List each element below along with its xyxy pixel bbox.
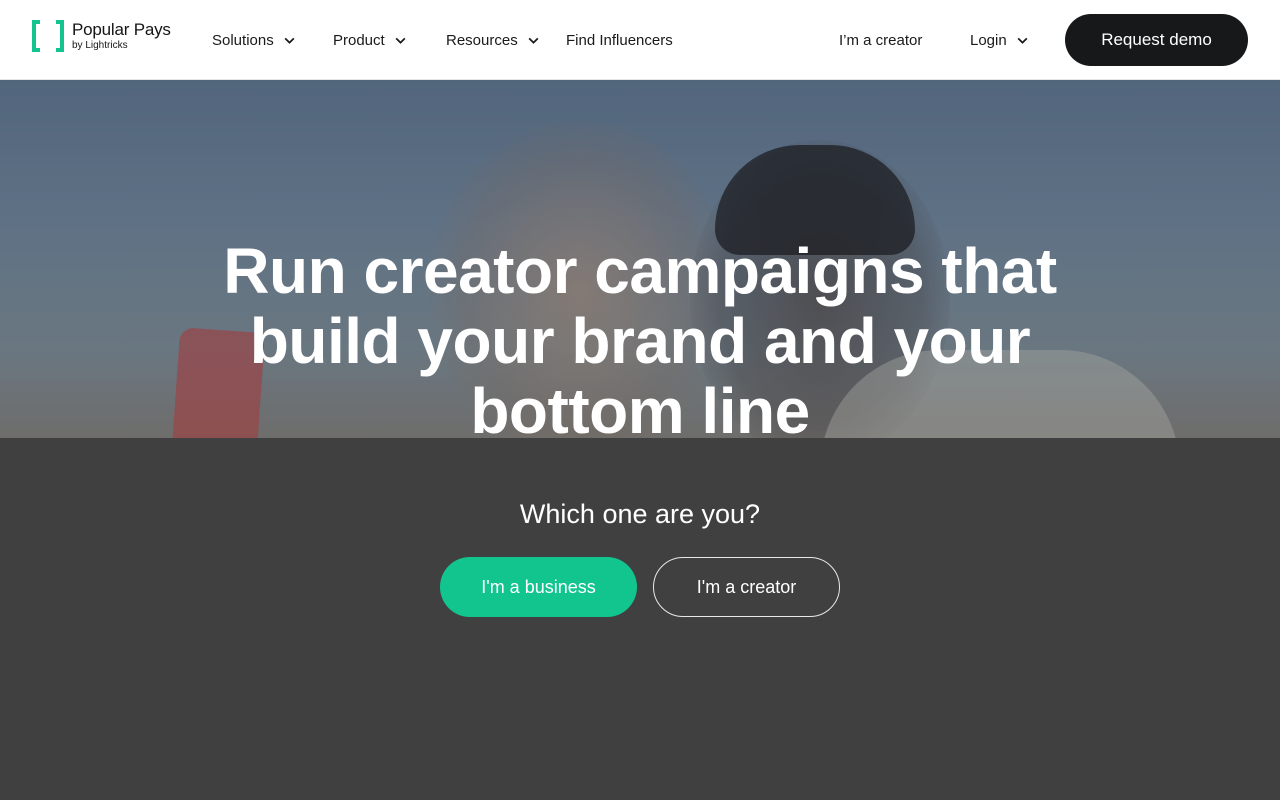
nav-creator-link[interactable]: I’m a creator [839,29,922,51]
nav-creator-label: I’m a creator [839,31,923,49]
site-header: Popular Pays by Lightricks Solutions Pro… [0,0,1280,80]
hero-question: Which one are you? [519,499,761,529]
request-demo-button[interactable]: Request demo [1065,14,1248,66]
nav-resources[interactable]: Resources [446,29,540,51]
chevron-down-icon [528,37,539,44]
chevron-down-icon [1017,37,1028,44]
nav-find-influencers-label: Find Influencers [566,31,673,49]
logo-name: Popular Pays [72,20,171,39]
nav-solutions[interactable]: Solutions [212,29,296,51]
nav-product-label: Product [333,31,385,49]
nav-login[interactable]: Login [970,29,1029,51]
logo-bracket-icon [32,20,64,52]
nav-product[interactable]: Product [333,29,407,51]
nav-login-label: Login [970,31,1007,49]
business-button[interactable]: I'm a business [440,557,637,617]
creator-button[interactable]: I'm a creator [653,557,840,617]
chevron-down-icon [395,37,406,44]
nav-solutions-label: Solutions [212,31,274,49]
nav-find-influencers[interactable]: Find Influencers [566,29,673,51]
nav-resources-label: Resources [446,31,518,49]
logo-subtitle: by Lightricks [72,40,128,51]
hero-lower-panel [0,438,1280,800]
logo[interactable]: Popular Pays by Lightricks [32,19,182,53]
chevron-down-icon [284,37,295,44]
hero-title: Run creator campaigns that build your br… [223,235,1057,447]
